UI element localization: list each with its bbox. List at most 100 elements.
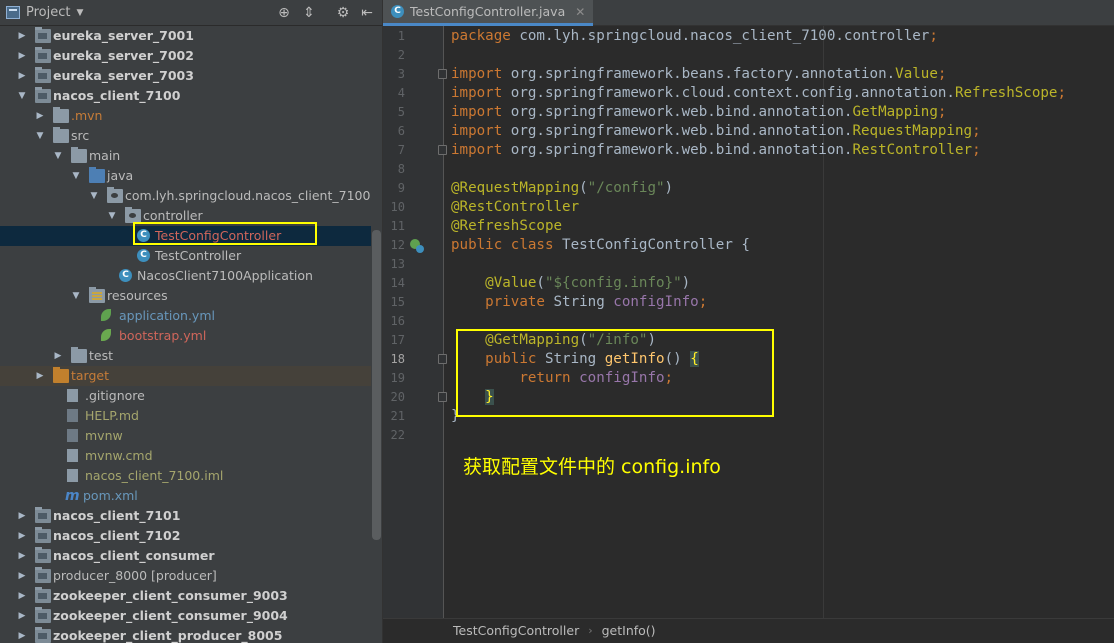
fold-icon[interactable] (438, 392, 447, 402)
annotation-text: 获取配置文件中的 config.info (463, 456, 721, 478)
expand-right-icon[interactable]: ▶ (17, 546, 27, 566)
tree-row[interactable]: ▼ nacos_client_7100 (0, 86, 371, 106)
tree-row[interactable]: ▶ eureka_server_7002 (0, 46, 371, 66)
expand-right-icon[interactable]: ▶ (17, 66, 27, 86)
line-number: 8 (397, 162, 405, 176)
file-icon (67, 389, 78, 402)
tree-row[interactable]: ▶ eureka_server_7003 (0, 66, 371, 86)
code-line: import org.springframework.beans.factory… (451, 66, 947, 82)
tree-row[interactable]: HELP.md (0, 406, 371, 426)
expand-right-icon[interactable]: ▶ (17, 626, 27, 643)
project-icon (6, 6, 20, 19)
line-number: 22 (390, 428, 405, 442)
line-number: 14 (390, 276, 405, 290)
package-icon (125, 207, 141, 223)
module-folder-icon (35, 87, 51, 103)
tree-row[interactable]: C TestController (0, 246, 371, 266)
module-folder-icon (35, 607, 51, 623)
tree-row[interactable]: ▶ zookeeper_client_consumer_9004 (0, 606, 371, 626)
tree-row[interactable]: mvnw (0, 426, 371, 446)
expand-down-icon[interactable]: ▼ (107, 206, 117, 226)
line-number: 1 (397, 29, 405, 43)
tree-row[interactable]: ▶ zookeeper_client_consumer_9003 (0, 586, 371, 606)
highlight-box-method (456, 329, 774, 417)
tree-row[interactable]: ▼ com.lyh.springcloud.nacos_client_7100 (0, 186, 371, 206)
hide-icon[interactable]: ⇤ (358, 4, 376, 22)
tree-row[interactable]: ▶ .mvn (0, 106, 371, 126)
module-folder-icon (35, 507, 51, 523)
folder-icon (53, 367, 69, 383)
tree-row[interactable]: ▶ nacos_client_7101 (0, 506, 371, 526)
tree-row[interactable]: ▼ main (0, 146, 371, 166)
tab-testconfigcontroller[interactable]: C TestConfigController.java ✕ (383, 0, 594, 26)
expand-down-icon[interactable]: ▼ (17, 86, 27, 106)
module-folder-icon (35, 567, 51, 583)
tree-row-label: bootstrap.yml (119, 328, 207, 343)
expand-right-icon[interactable]: ▶ (17, 566, 27, 586)
expand-down-icon[interactable]: ▼ (71, 286, 81, 306)
tree-row[interactable]: ▶ eureka_server_7001 (0, 26, 371, 46)
expand-right-icon[interactable]: ▶ (17, 586, 27, 606)
expand-right-icon[interactable]: ▶ (35, 366, 45, 386)
expand-right-icon[interactable]: ▶ (17, 46, 27, 66)
line-number: 19 (390, 371, 405, 385)
fold-icon[interactable] (438, 145, 447, 155)
code-line: import org.springframework.web.bind.anno… (451, 104, 947, 120)
tree-row-label: eureka_server_7003 (53, 68, 194, 83)
breadcrumb-method[interactable]: getInfo() (602, 619, 656, 643)
expand-right-icon[interactable]: ▶ (53, 346, 63, 366)
tree-row[interactable]: C NacosClient7100Application (0, 266, 371, 286)
close-icon[interactable]: ✕ (575, 5, 585, 19)
expand-down-icon[interactable]: ▼ (89, 186, 99, 206)
tree-row-label: nacos_client_7101 (53, 508, 181, 523)
file-icon (67, 409, 78, 422)
tree-row[interactable]: ▼ java (0, 166, 371, 186)
tree-row[interactable]: ▶ nacos_client_consumer (0, 546, 371, 566)
tree-row[interactable]: ▼ resources (0, 286, 371, 306)
gear-icon[interactable]: ⚙ (334, 4, 352, 22)
tree-scrollbar[interactable] (372, 230, 381, 540)
collapse-all-icon[interactable]: ⇕ (300, 4, 318, 22)
expand-right-icon[interactable]: ▶ (17, 526, 27, 546)
line-number: 16 (390, 314, 405, 328)
code-area[interactable]: package com.lyh.springcloud.nacos_client… (451, 26, 1114, 618)
editor-tab-bar: C TestConfigController.java ✕ (383, 0, 1114, 26)
fold-icon[interactable] (438, 354, 447, 364)
tree-row[interactable]: ▶ test (0, 346, 371, 366)
project-title: Project (26, 5, 71, 20)
spring-bean-icon[interactable] (409, 238, 425, 254)
tree-row[interactable]: application.yml (0, 306, 371, 326)
tree-row[interactable]: ▶ target (0, 366, 371, 386)
expand-right-icon[interactable]: ▶ (35, 106, 45, 126)
code-line: private String configInfo; (451, 294, 708, 310)
chevron-right-icon: › (588, 624, 593, 637)
tree-row[interactable]: ▶ zookeeper_client_producer_8005 (0, 626, 371, 643)
tree-row[interactable]: ▼ src (0, 126, 371, 146)
line-number: 5 (397, 105, 405, 119)
locate-icon[interactable]: ⊕ (275, 4, 293, 22)
expand-right-icon[interactable]: ▶ (17, 26, 27, 46)
tree-row-label: zookeeper_client_consumer_9004 (53, 608, 288, 623)
breadcrumb-class[interactable]: TestConfigController (453, 619, 579, 643)
tree-row[interactable]: bootstrap.yml (0, 326, 371, 346)
tree-row-label: .mvn (71, 108, 103, 123)
expand-right-icon[interactable]: ▶ (17, 606, 27, 626)
tree-row-label: producer_8000 [producer] (53, 568, 217, 583)
expand-down-icon[interactable]: ▼ (71, 166, 81, 186)
tree-row[interactable]: ▶ producer_8000 [producer] (0, 566, 371, 586)
project-view-selector[interactable]: Project ▼ (6, 5, 83, 20)
expand-right-icon[interactable]: ▶ (17, 506, 27, 526)
line-number: 4 (397, 86, 405, 100)
tree-row[interactable]: mvnw.cmd (0, 446, 371, 466)
tree-row-label: .gitignore (85, 388, 145, 403)
fold-icon[interactable] (438, 69, 447, 79)
expand-down-icon[interactable]: ▼ (53, 146, 63, 166)
tree-row-label: application.yml (119, 308, 215, 323)
tree-row[interactable]: nacos_client_7100.iml (0, 466, 371, 486)
tree-row[interactable]: ▶ nacos_client_7102 (0, 526, 371, 546)
expand-down-icon[interactable]: ▼ (35, 126, 45, 146)
line-number: 7 (397, 143, 405, 157)
tree-row[interactable]: .gitignore (0, 386, 371, 406)
spring-leaf-icon (101, 329, 111, 341)
tree-row[interactable]: m pom.xml (0, 486, 371, 506)
